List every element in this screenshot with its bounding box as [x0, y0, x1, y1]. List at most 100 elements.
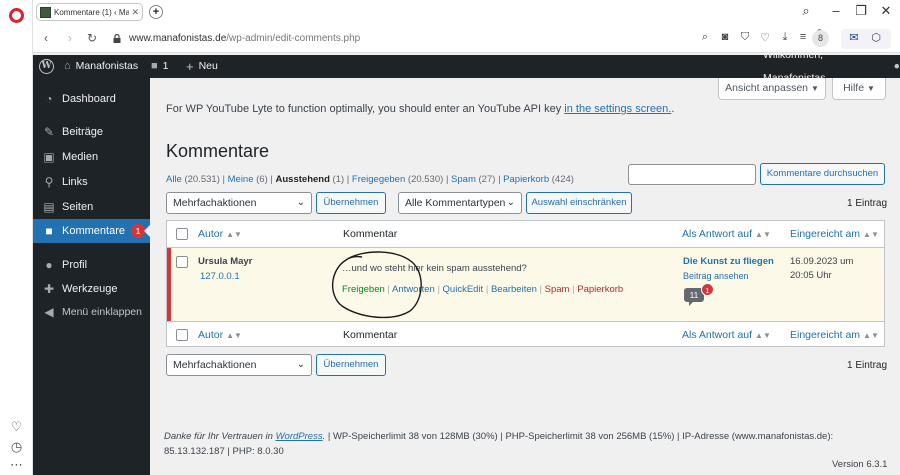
menu-item-media[interactable]: ▣ Medien [33, 145, 150, 169]
account-menu[interactable]: Willkommen, Manafonistas● [763, 49, 900, 84]
screen-options-label: Ansicht anpassen [725, 82, 809, 94]
author-ip[interactable]: 127.0.0.1 [200, 271, 240, 282]
filter-mine[interactable]: Meine (6) [228, 174, 268, 185]
bulk-actions-select-bottom[interactable]: Mehrfachaktionen ⌄ [166, 354, 312, 376]
reply-action[interactable]: Antworten [392, 284, 435, 295]
shield-icon[interactable]: ⛉ [737, 31, 753, 44]
url-domain: www.manafonistas.de [129, 33, 227, 44]
site-name-menu[interactable]: ⌂ Manafonistas [64, 55, 138, 78]
screen-options-button[interactable]: Ansicht anpassen ▼ [718, 78, 826, 100]
wordpress-logo-icon: W [39, 59, 54, 74]
browser-tab[interactable]: Kommentare (1) ‹ Manafonistas ✕ [36, 3, 143, 21]
menu-item-posts[interactable]: ✎ Beiträge [33, 120, 150, 144]
quickedit-action[interactable]: QuickEdit [443, 284, 484, 295]
apply-button-bottom[interactable]: Übernehmen [316, 354, 386, 376]
back-icon[interactable]: ‹ [39, 31, 53, 45]
wordpress-link[interactable]: WordPress [276, 431, 323, 442]
column-response-bottom[interactable]: Als Antwort auf ▲▼ [682, 329, 771, 341]
cube-icon[interactable]: ⬡ [868, 31, 884, 44]
opera-logo-icon[interactable] [9, 8, 24, 23]
caret-down-icon: ▼ [810, 84, 819, 93]
link-icon: ⚲ [44, 175, 54, 189]
post-pending-count[interactable]: 1 [701, 283, 714, 296]
menu-item-comments[interactable]: ■ Kommentare 1 [33, 219, 150, 243]
help-label: Hilfe [843, 82, 865, 94]
comments-count: 1 [162, 60, 169, 72]
help-button[interactable]: Hilfe ▼ [832, 78, 886, 100]
camera-icon[interactable]: ◙ [717, 31, 733, 43]
download-icon[interactable]: ⤓ [777, 31, 793, 44]
restore-icon[interactable]: ❐ [851, 3, 871, 19]
filter-button[interactable]: Auswahl einschränken [526, 192, 632, 214]
select-all-checkbox[interactable] [176, 228, 188, 240]
new-tab-plus-icon[interactable]: + [149, 5, 163, 19]
new-content-menu[interactable]: + Neu [186, 55, 218, 78]
lock-icon [113, 34, 121, 43]
view-post-link[interactable]: Beitrag ansehen [683, 271, 749, 281]
separator: | [222, 174, 225, 185]
sort-icon: ▲▼ [863, 331, 879, 340]
window-close-icon[interactable]: ✕ [876, 3, 896, 19]
filter-spam[interactable]: Spam (27) [451, 174, 495, 185]
wp-logo-menu[interactable]: W [39, 55, 54, 78]
heart-outline-icon[interactable]: ♡ [757, 31, 773, 44]
reload-icon[interactable]: ↻ [85, 31, 99, 45]
select-all-checkbox-bottom[interactable] [176, 329, 188, 341]
filter-pending[interactable]: Ausstehend (1) [276, 174, 345, 185]
forward-icon[interactable]: › [63, 31, 77, 45]
trash-action[interactable]: Papierkorb [577, 284, 623, 295]
settings-link[interactable]: in the settings screen. [564, 103, 671, 115]
menu-item-pages[interactable]: ▤ Seiten [33, 195, 150, 219]
minimize-icon[interactable]: – [826, 3, 846, 18]
column-comment: Kommentar [343, 228, 398, 240]
spam-action[interactable]: Spam [545, 284, 570, 295]
wp-version: Version 6.3.1 [832, 459, 888, 470]
filter-approved[interactable]: Freigegeben (20.530) [352, 174, 443, 185]
zoom-icon[interactable]: ⌕ [697, 31, 713, 44]
menu-item-links[interactable]: ⚲ Links [33, 170, 150, 194]
approve-action[interactable]: Freigeben [342, 284, 385, 295]
notice-end: . [671, 103, 675, 115]
in-response-link[interactable]: Die Kunst zu fliegen [683, 256, 774, 267]
column-date[interactable]: Eingereicht am ▲▼ [790, 228, 879, 240]
table-row: Ursula Mayr 127.0.0.1 …und wo steht hier… [167, 248, 884, 321]
admin-footer: Danke für Ihr Vertrauen in WordPress. | … [164, 429, 884, 459]
menu-lines-icon[interactable]: ≡ [795, 31, 811, 43]
menu-item-profile[interactable]: ● Profil [33, 253, 150, 277]
heart-icon[interactable]: ♡ [8, 418, 25, 435]
comment-search-input[interactable] [628, 164, 756, 185]
row-checkbox[interactable] [176, 256, 188, 268]
menu-collapse[interactable]: ◀ Menü einklappen [33, 300, 150, 324]
edit-action[interactable]: Bearbeiten [491, 284, 537, 295]
column-response[interactable]: Als Antwort auf ▲▼ [682, 228, 771, 240]
column-date-bottom[interactable]: Eingereicht am ▲▼ [790, 329, 879, 341]
separator: | [270, 174, 273, 185]
sort-icon: ▲▼ [755, 230, 771, 239]
caret-down-icon: ▼ [867, 84, 875, 93]
more-icon[interactable]: ⋯ [8, 456, 25, 473]
table-footer: Autor ▲▼ Kommentar Als Antwort auf ▲▼ Eing… [167, 321, 884, 347]
comment-bubble-icon: ■ [151, 60, 158, 72]
mail-icon[interactable]: ✉ [846, 31, 862, 44]
search-icon[interactable]: ⌕ [796, 3, 816, 19]
filter-all[interactable]: Alle (20.531) [166, 174, 220, 185]
comment-type-select[interactable]: Alle Kommentartypen ⌄ [398, 192, 522, 214]
url-field[interactable]: www.manafonistas.de/wp-admin/edit-commen… [129, 33, 360, 44]
apply-button-top[interactable]: Übernehmen [316, 192, 386, 214]
history-icon[interactable]: ◷ [8, 438, 25, 455]
row-actions: Freigeben | Antworten | QuickEdit | Bear… [342, 284, 623, 295]
menu-item-dashboard[interactable]: ◔ Dashboard [33, 87, 150, 111]
plus-icon: + [186, 59, 194, 74]
menu-item-tools[interactable]: ✚ Werkzeuge [33, 277, 150, 301]
comment-author: Ursula Mayr [198, 256, 253, 267]
close-icon[interactable]: ✕ [131, 7, 139, 18]
column-author-bottom[interactable]: Autor ▲▼ [198, 329, 242, 341]
bulk-actions-select[interactable]: Mehrfachaktionen ⌄ [166, 192, 312, 214]
filter-trash[interactable]: Papierkorb (424) [503, 174, 574, 185]
site-name: Manafonistas [75, 60, 139, 72]
search-comments-button[interactable]: Kommentare durchsuchen [760, 163, 885, 185]
column-author[interactable]: Autor ▲▼ [198, 228, 242, 240]
menu-label: Werkzeuge [62, 283, 118, 295]
comments-menu[interactable]: ■ 1 [151, 55, 169, 78]
menu-label: Links [62, 176, 88, 188]
